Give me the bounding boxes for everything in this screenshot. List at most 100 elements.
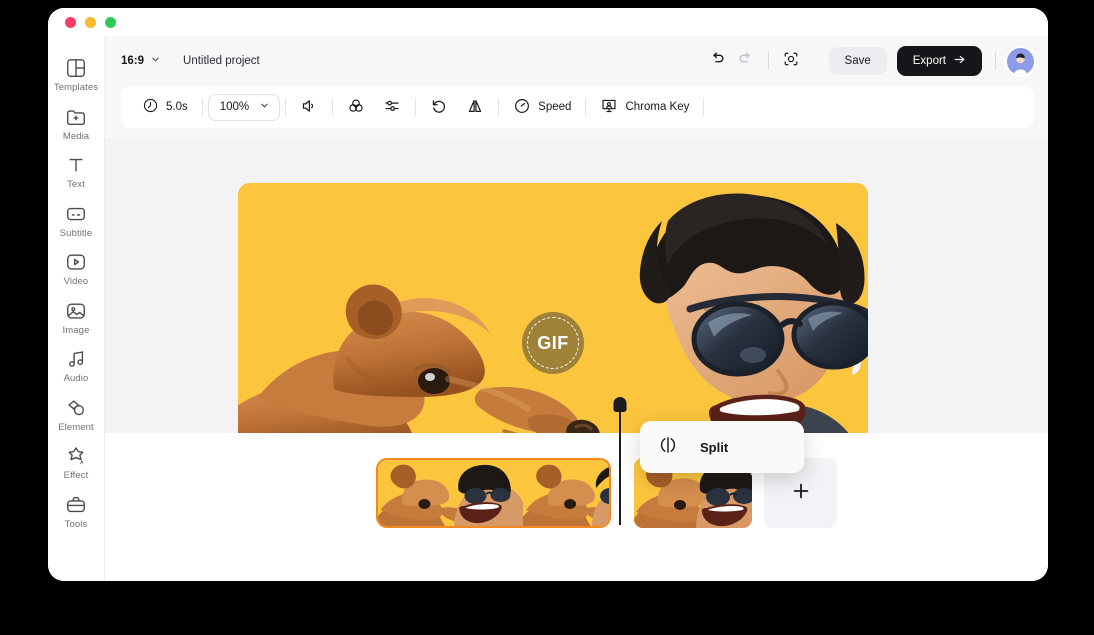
toolbar-divider bbox=[585, 98, 586, 116]
header-divider-2 bbox=[995, 52, 996, 70]
preview-stage: GIF bbox=[105, 138, 1048, 433]
sidebar-item-effect[interactable]: Effect bbox=[50, 438, 103, 487]
chroma-key-label: Chroma Key bbox=[625, 101, 689, 113]
zoom-value: 100% bbox=[220, 101, 249, 113]
window-close-button[interactable] bbox=[65, 17, 76, 28]
sidebar-item-label: Element bbox=[58, 423, 94, 433]
sidebar-item-video[interactable]: Video bbox=[50, 244, 103, 293]
sidebar-item-label: Media bbox=[63, 132, 89, 142]
avatar-person-icon bbox=[1007, 48, 1034, 75]
playhead[interactable] bbox=[619, 397, 621, 525]
header-divider bbox=[768, 52, 769, 70]
gif-badge[interactable]: GIF bbox=[522, 312, 584, 374]
element-shapes-icon bbox=[65, 397, 87, 419]
audio-note-icon bbox=[65, 348, 87, 370]
window-maximize-button[interactable] bbox=[105, 17, 116, 28]
sidebar-item-label: Text bbox=[67, 180, 85, 190]
sidebar-item-label: Effect bbox=[64, 471, 89, 481]
sidebar-item-label: Subtitle bbox=[60, 229, 93, 239]
redo-icon bbox=[737, 50, 754, 72]
split-icon bbox=[658, 435, 678, 460]
titlebar bbox=[48, 8, 1048, 36]
filter-button[interactable] bbox=[338, 92, 374, 122]
chroma-key-button[interactable]: Chroma Key bbox=[591, 92, 698, 122]
toolbar-divider bbox=[415, 98, 416, 116]
split-context-menu[interactable]: Split bbox=[640, 421, 804, 473]
redo-button[interactable] bbox=[732, 47, 760, 75]
clip-toolbar: 5.0s 100% bbox=[121, 86, 1034, 128]
clip-thumb bbox=[523, 460, 609, 526]
clock-icon bbox=[142, 97, 159, 117]
window-minimize-button[interactable] bbox=[85, 17, 96, 28]
adjust-sliders-icon bbox=[383, 97, 401, 118]
arrow-right-icon bbox=[953, 53, 966, 69]
clip-thumbnails bbox=[378, 460, 609, 526]
flip-button[interactable] bbox=[457, 92, 493, 122]
volume-speaker-icon bbox=[300, 97, 318, 118]
aspect-ratio-selector[interactable]: 16:9 bbox=[121, 54, 161, 68]
speedometer-icon bbox=[513, 97, 531, 118]
sidebar-item-media[interactable]: Media bbox=[50, 99, 103, 148]
plus-icon bbox=[790, 480, 812, 507]
volume-button[interactable] bbox=[291, 92, 327, 122]
flip-horizontal-icon bbox=[466, 97, 484, 118]
export-label: Export bbox=[913, 55, 946, 67]
rotate-button[interactable] bbox=[421, 92, 457, 122]
effect-sparkle-icon bbox=[65, 445, 87, 467]
save-button[interactable]: Save bbox=[829, 47, 887, 75]
video-play-icon bbox=[65, 251, 87, 273]
media-folder-plus-icon bbox=[65, 106, 87, 128]
aspect-ratio-value: 16:9 bbox=[121, 55, 144, 67]
chroma-key-person-icon bbox=[600, 97, 618, 118]
left-sidebar: Templates Media Text bbox=[48, 36, 105, 581]
sidebar-item-text[interactable]: Text bbox=[50, 147, 103, 196]
sidebar-item-element[interactable]: Element bbox=[50, 390, 103, 439]
toolbar-divider bbox=[703, 98, 704, 116]
timeline bbox=[105, 433, 1048, 581]
editor-header: 16:9 Untitled project bbox=[105, 36, 1048, 86]
sidebar-item-label: Audio bbox=[64, 374, 89, 384]
sidebar-item-tools[interactable]: Tools bbox=[50, 487, 103, 536]
subtitle-icon bbox=[65, 203, 87, 225]
gif-badge-label: GIF bbox=[537, 333, 569, 354]
sidebar-item-label: Templates bbox=[54, 83, 98, 93]
undo-button[interactable] bbox=[704, 47, 732, 75]
sidebar-item-templates[interactable]: Templates bbox=[50, 50, 103, 99]
speed-label: Speed bbox=[538, 101, 571, 113]
adjust-button[interactable] bbox=[374, 92, 410, 122]
zoom-select[interactable]: 100% bbox=[208, 94, 280, 121]
export-button[interactable]: Export bbox=[897, 46, 982, 76]
clip-thumb bbox=[378, 460, 523, 526]
project-title[interactable]: Untitled project bbox=[183, 55, 260, 67]
avatar[interactable] bbox=[1007, 48, 1034, 75]
toolbar-divider bbox=[202, 98, 203, 116]
sidebar-item-image[interactable]: Image bbox=[50, 293, 103, 342]
tools-briefcase-icon bbox=[65, 494, 87, 516]
preview-record-icon bbox=[782, 50, 800, 73]
color-filter-icon bbox=[347, 97, 365, 118]
timeline-clip-1[interactable] bbox=[376, 458, 611, 528]
text-t-icon bbox=[65, 154, 87, 176]
duration-button[interactable]: 5.0s bbox=[133, 92, 197, 122]
toolbar-divider bbox=[285, 98, 286, 116]
toolbar-container: 5.0s 100% bbox=[105, 86, 1048, 138]
app-window: Templates Media Text bbox=[48, 8, 1048, 581]
app-body: Templates Media Text bbox=[48, 36, 1048, 581]
sidebar-item-label: Video bbox=[64, 277, 89, 287]
sidebar-item-label: Image bbox=[63, 326, 90, 336]
toolbar-divider bbox=[332, 98, 333, 116]
editor-column: 16:9 Untitled project bbox=[105, 36, 1048, 581]
chevron-down-icon bbox=[150, 54, 161, 68]
sidebar-item-label: Tools bbox=[65, 520, 88, 530]
preview-button[interactable] bbox=[777, 47, 805, 75]
sidebar-item-audio[interactable]: Audio bbox=[50, 341, 103, 390]
toolbar-divider bbox=[498, 98, 499, 116]
templates-icon bbox=[65, 57, 87, 79]
sidebar-item-subtitle[interactable]: Subtitle bbox=[50, 196, 103, 245]
image-picture-icon bbox=[65, 300, 87, 322]
split-label: Split bbox=[700, 440, 728, 455]
rotate-left-icon bbox=[430, 97, 448, 118]
speed-button[interactable]: Speed bbox=[504, 92, 580, 122]
chevron-down-icon bbox=[259, 100, 270, 114]
duration-value: 5.0s bbox=[166, 101, 188, 113]
